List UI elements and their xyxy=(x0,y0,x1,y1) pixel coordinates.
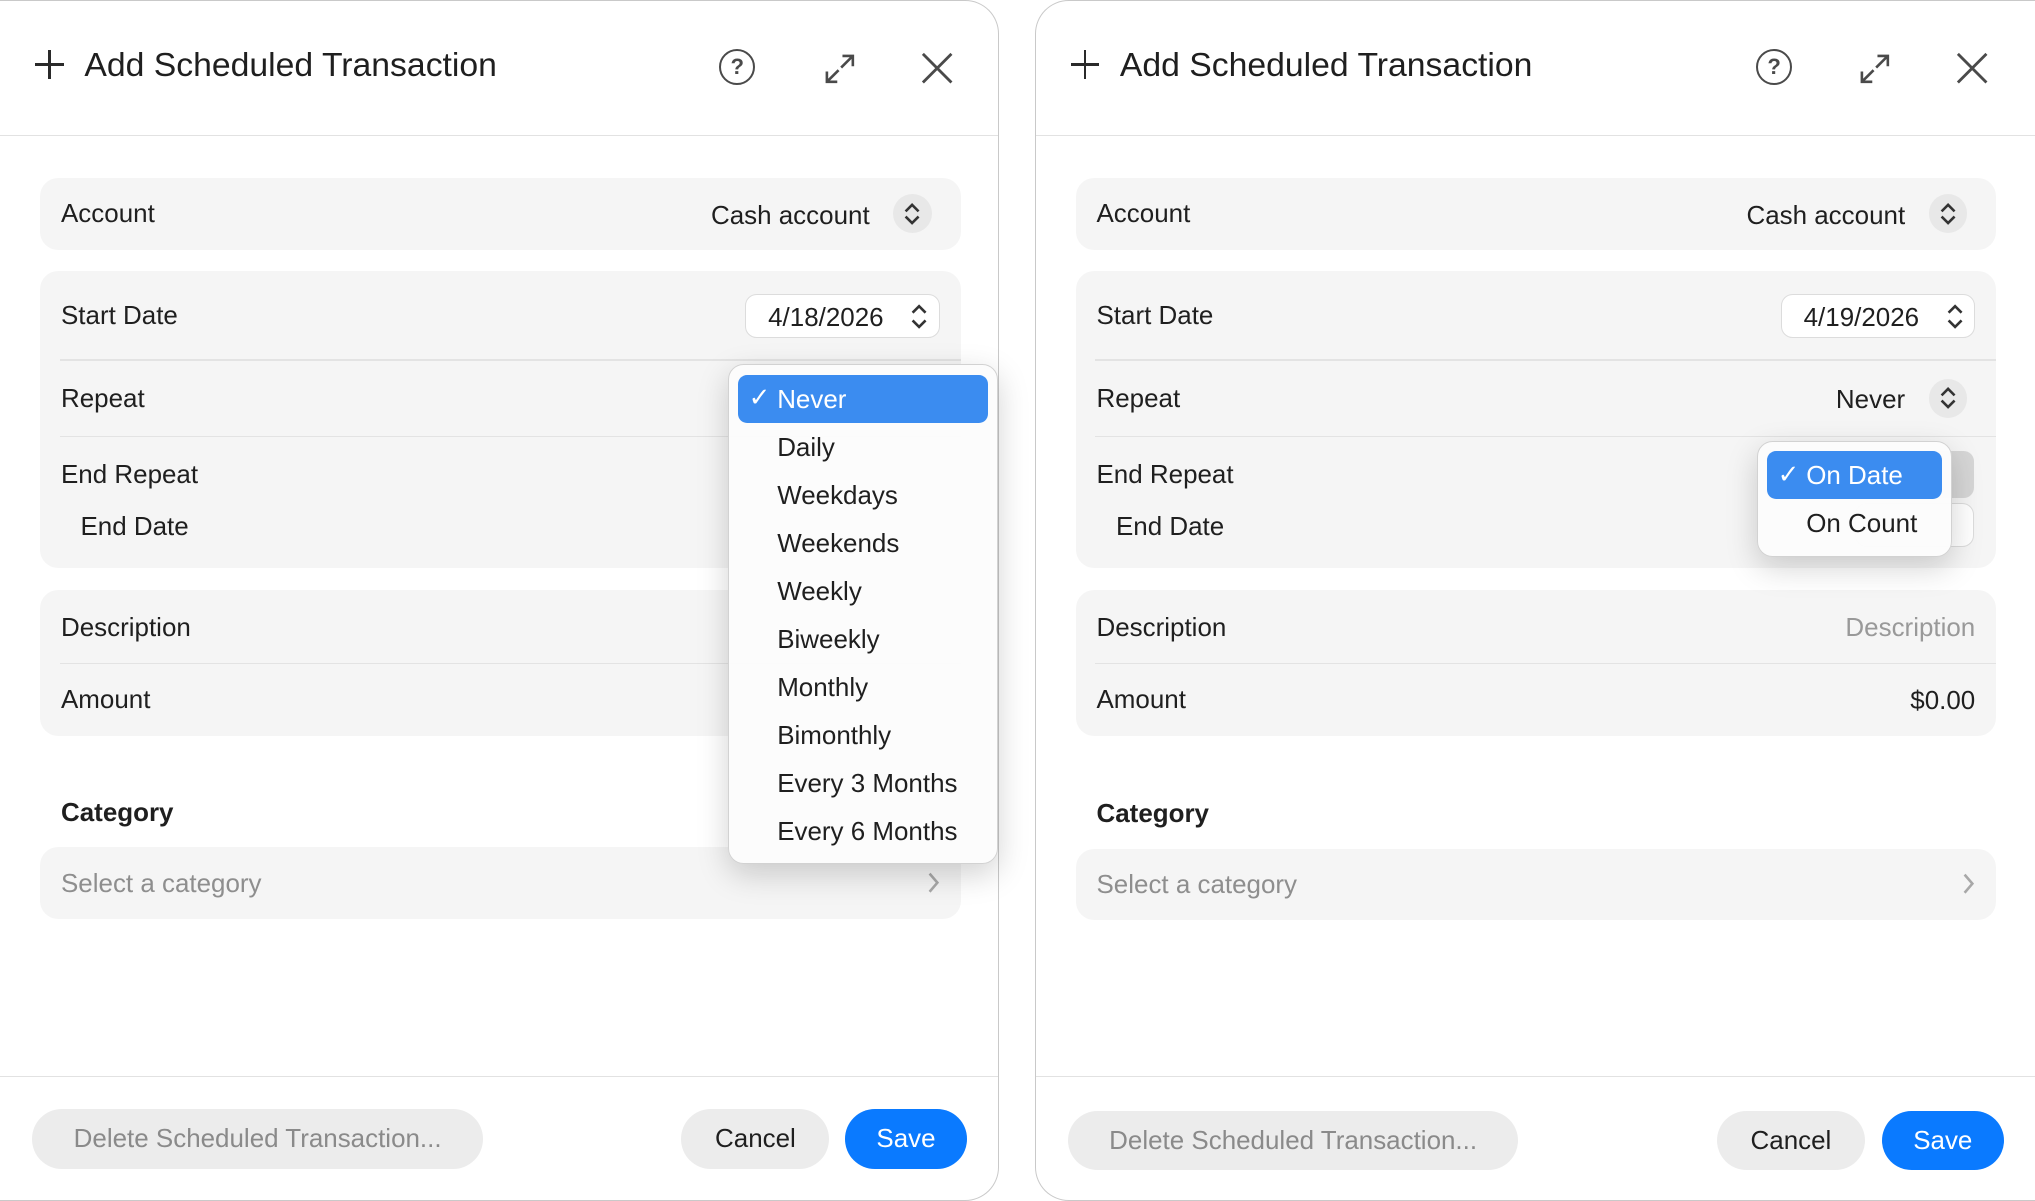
repeat-label: Repeat xyxy=(1096,382,1181,413)
repeat-option-weekdays[interactable]: Weekdays xyxy=(738,471,988,519)
chevron-right-icon xyxy=(928,872,939,893)
description-input[interactable]: Description xyxy=(1845,612,1975,643)
end-repeat-option-on-count[interactable]: On Count xyxy=(1767,499,1942,547)
account-card: Account Cash account xyxy=(1075,177,1997,253)
repeat-option-every-6-months[interactable]: Every 6 Months xyxy=(738,807,988,855)
checkmark-icon: ✓ xyxy=(748,382,771,413)
repeat-option-weekends[interactable]: Weekends xyxy=(738,519,988,567)
start-date-picker[interactable]: 4/19/2026 xyxy=(1780,294,1976,339)
plus-icon xyxy=(1069,49,1100,80)
repeat-option-every-3-months[interactable]: Every 3 Months xyxy=(738,759,988,807)
checkmark-icon: ✓ xyxy=(1777,458,1800,489)
repeat-row[interactable]: Repeat Never xyxy=(1076,362,1996,437)
dialog-title: Add Scheduled Transaction xyxy=(1119,46,1533,85)
repeat-option-daily[interactable]: Daily xyxy=(738,423,988,471)
expand-icon[interactable] xyxy=(823,52,857,86)
repeat-option-monthly[interactable]: Monthly xyxy=(738,663,988,711)
plus-icon xyxy=(34,49,65,80)
delete-scheduled-transaction-button[interactable]: Delete Scheduled Transaction... xyxy=(1067,1110,1519,1171)
start-date-value: 4/18/2026 xyxy=(768,301,884,332)
start-date-row: Start Date 4/19/2026 xyxy=(1076,277,1996,352)
account-label: Account xyxy=(61,198,155,229)
end-repeat-label: End Repeat xyxy=(1096,459,1234,490)
repeat-option-weekly[interactable]: Weekly xyxy=(738,567,988,615)
description-row[interactable]: Description Description xyxy=(1076,590,1996,665)
amount-label: Amount xyxy=(61,683,151,714)
account-value[interactable]: Cash account xyxy=(1746,200,1905,231)
amount-input[interactable]: $0.00 xyxy=(1910,685,1975,716)
amount-label: Amount xyxy=(1096,683,1186,714)
account-stepper-icon[interactable] xyxy=(1928,194,1968,234)
repeat-label: Repeat xyxy=(61,382,145,413)
details-card: Description Description Amount $0.00 xyxy=(1075,590,1997,738)
amount-row[interactable]: Amount $0.00 xyxy=(1076,663,1996,738)
category-title: Category xyxy=(1096,797,1210,828)
end-repeat-menu: ✓ On Date On Count xyxy=(1757,441,1952,557)
category-placeholder: Select a category xyxy=(1096,869,1298,900)
dialog-header: Add Scheduled Transaction ? xyxy=(1035,1,2035,136)
repeat-stepper-icon[interactable] xyxy=(1928,378,1968,418)
end-date-label: End Date xyxy=(80,511,189,542)
scheduled-transaction-dialog-left: Add Scheduled Transaction ? Account Cash… xyxy=(0,0,1000,1201)
category-title: Category xyxy=(61,796,174,827)
repeat-menu: ✓ Never Daily Weekdays Weekends Weekly B… xyxy=(728,364,999,865)
end-date-label: End Date xyxy=(1115,511,1225,542)
expand-icon[interactable] xyxy=(1858,52,1892,86)
account-value[interactable]: Cash account xyxy=(711,200,870,231)
repeat-value[interactable]: Never xyxy=(1836,384,1905,415)
start-date-row: Start Date 4/18/2026 xyxy=(40,277,960,352)
end-repeat-label: End Repeat xyxy=(61,459,199,490)
cancel-button[interactable]: Cancel xyxy=(681,1109,830,1170)
end-repeat-option-on-date[interactable]: ✓ On Date xyxy=(1767,451,1942,500)
start-date-picker[interactable]: 4/18/2026 xyxy=(745,294,940,339)
description-label: Description xyxy=(1096,612,1227,643)
account-stepper-icon[interactable] xyxy=(893,194,932,234)
repeat-option-never[interactable]: ✓ Never xyxy=(738,374,989,423)
help-icon[interactable]: ? xyxy=(1755,49,1793,86)
dialog-header: Add Scheduled Transaction ? xyxy=(0,1,999,136)
description-label: Description xyxy=(61,612,191,643)
account-card: Account Cash account xyxy=(40,177,961,253)
category-placeholder: Select a category xyxy=(61,868,262,899)
account-row[interactable]: Account Cash account xyxy=(1076,178,1996,253)
start-date-value: 4/19/2026 xyxy=(1803,301,1920,332)
start-date-label: Start Date xyxy=(1096,299,1214,330)
account-label: Account xyxy=(1096,198,1191,229)
repeat-option-bimonthly[interactable]: Bimonthly xyxy=(738,711,988,759)
chevron-right-icon xyxy=(1963,873,1975,894)
dialog-title: Add Scheduled Transaction xyxy=(84,46,497,85)
account-row[interactable]: Account Cash account xyxy=(40,178,960,253)
category-selector[interactable]: Select a category xyxy=(1075,848,1997,920)
close-icon[interactable] xyxy=(1954,50,1990,86)
start-date-label: Start Date xyxy=(61,299,178,330)
delete-scheduled-transaction-button[interactable]: Delete Scheduled Transaction... xyxy=(32,1109,483,1170)
save-button[interactable]: Save xyxy=(844,1109,967,1170)
save-button[interactable]: Save xyxy=(1881,1110,2004,1171)
help-icon[interactable]: ? xyxy=(719,49,756,86)
cancel-button[interactable]: Cancel xyxy=(1716,1110,1865,1171)
repeat-option-biweekly[interactable]: Biweekly xyxy=(738,615,988,663)
close-icon[interactable] xyxy=(919,50,955,86)
scheduled-transaction-dialog-right: Add Scheduled Transaction ? Account Cash… xyxy=(1034,0,2035,1201)
